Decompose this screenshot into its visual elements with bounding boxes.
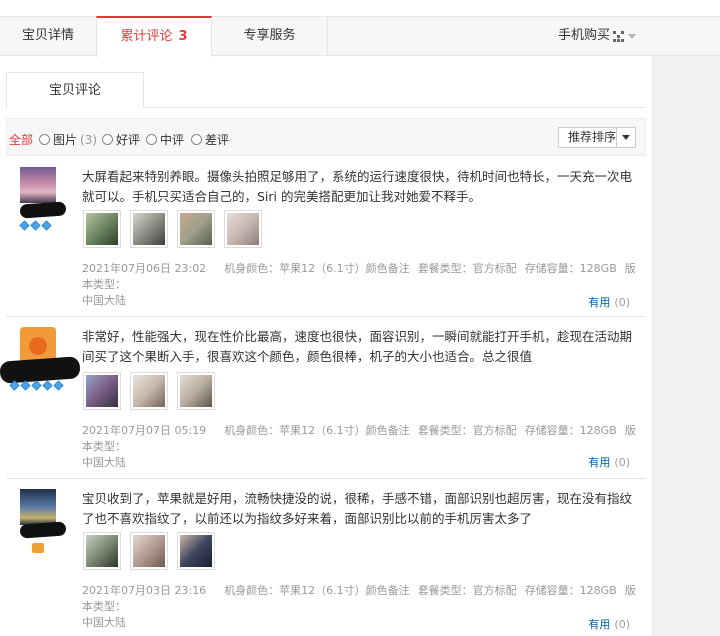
helpful-button[interactable]: 有用 (0) [588, 616, 630, 632]
qr-code-icon[interactable] [612, 30, 624, 42]
review-date: 2021年07月06日 23:02 [82, 262, 207, 275]
filter-all[interactable]: 全部 [9, 131, 33, 148]
avatar[interactable] [20, 489, 56, 525]
review-images [83, 532, 224, 570]
buy-on-phone-link[interactable]: 手机购买 [514, 17, 610, 56]
diamond-icon [42, 380, 53, 391]
review-date: 2021年07月03日 23:16 [82, 584, 207, 597]
tab-cumulative-reviews[interactable]: 累计评论 3 [96, 16, 212, 57]
review-images [83, 372, 224, 410]
diamond-icon [53, 380, 64, 391]
review-image[interactable] [177, 210, 215, 248]
redacted-nickname [19, 521, 67, 539]
review-text: 大屏看起来特别养眼。摄像头拍照足够用了，系统的运行速度很快，待机时间也特长，一天… [82, 169, 633, 204]
filter-images[interactable]: 图片 (3) [39, 131, 97, 148]
radio-icon[interactable] [39, 134, 50, 145]
sort-dropdown[interactable]: 推荐排序 [558, 127, 636, 148]
redacted-nickname [0, 356, 81, 384]
review-image[interactable] [130, 532, 168, 570]
review-image[interactable] [83, 210, 121, 248]
review-images [83, 210, 271, 248]
review-meta: 2021年07月07日 05:19 机身颜色：苹果12（6.1寸）颜色备注 套餐类型… [82, 424, 636, 469]
filter-good[interactable]: 好评 [102, 131, 140, 148]
review-subtabs: 宝贝评论 [6, 72, 646, 109]
avatar-face [29, 337, 47, 355]
review-image[interactable] [177, 532, 215, 570]
reviews-count: 3 [178, 29, 188, 44]
review-image[interactable] [177, 372, 215, 410]
tab-exclusive-service[interactable]: 专享服务 [212, 17, 328, 56]
diamond-icon [19, 220, 30, 231]
review-filter-bar: 全部 图片 (3) 好评 中评 差评 推荐排序 [6, 118, 646, 156]
review-item: 非常好，性能强大，现在性价比最高，速度也很快，面容识别，一瞬间就能打开手机，趁现… [0, 317, 646, 479]
member-level-badge [9, 380, 65, 391]
helpful-button[interactable]: 有用 (0) [588, 294, 630, 310]
review-meta: 2021年07月06日 23:02 机身颜色：苹果12（6.1寸）颜色备注 套餐类型… [82, 262, 636, 307]
diamond-icon [30, 220, 41, 231]
right-sidebar [652, 56, 720, 636]
review-text: 非常好，性能强大，现在性价比最高，速度也很快，面容识别，一瞬间就能打开手机，趁现… [82, 329, 633, 364]
chevron-down-icon[interactable] [628, 34, 636, 39]
dropdown-divider [616, 128, 617, 147]
redacted-nickname [19, 201, 67, 219]
tab-reviews-label: 累计评论 [120, 29, 173, 44]
member-level-badge [19, 220, 53, 231]
diamond-icon [41, 220, 52, 231]
review-image[interactable] [83, 532, 121, 570]
diamond-icon [20, 380, 31, 391]
diamond-icon [9, 380, 20, 391]
review-meta: 2021年07月03日 23:16 机身颜色：苹果12（6.1寸）颜色备注 套餐类型… [82, 584, 636, 629]
avatar[interactable] [20, 167, 56, 203]
filter-neutral[interactable]: 中评 [146, 131, 184, 148]
review-item: 大屏看起来特别养眼。摄像头拍照足够用了，系统的运行速度很快，待机时间也特长，一天… [6, 157, 646, 317]
review-image[interactable] [130, 372, 168, 410]
top-tab-bar: 宝贝详情 累计评论 3 专享服务 手机购买 [0, 16, 720, 57]
radio-icon[interactable] [191, 134, 202, 145]
review-image[interactable] [224, 210, 262, 248]
review-text: 宝贝收到了，苹果就是好用，流畅快捷没的说，很稀，手感不错，面部识别也超厉害，现在… [82, 491, 633, 526]
helpful-button[interactable]: 有用 (0) [588, 454, 630, 470]
radio-icon[interactable] [102, 134, 113, 145]
review-item: 宝贝收到了，苹果就是好用，流畅快捷没的说，很稀，手感不错，面部识别也超厉害，现在… [6, 479, 646, 636]
tab-item-detail[interactable]: 宝贝详情 [0, 17, 96, 56]
review-date: 2021年07月07日 05:19 [82, 424, 207, 437]
review-image[interactable] [83, 372, 121, 410]
review-image[interactable] [130, 210, 168, 248]
radio-icon[interactable] [146, 134, 157, 145]
diamond-icon [31, 380, 42, 391]
crown-icon [32, 543, 44, 553]
member-level-badge [32, 543, 44, 553]
chevron-down-icon [622, 135, 630, 140]
filter-bad[interactable]: 差评 [191, 131, 229, 148]
tab-product-reviews[interactable]: 宝贝评论 [6, 72, 144, 109]
